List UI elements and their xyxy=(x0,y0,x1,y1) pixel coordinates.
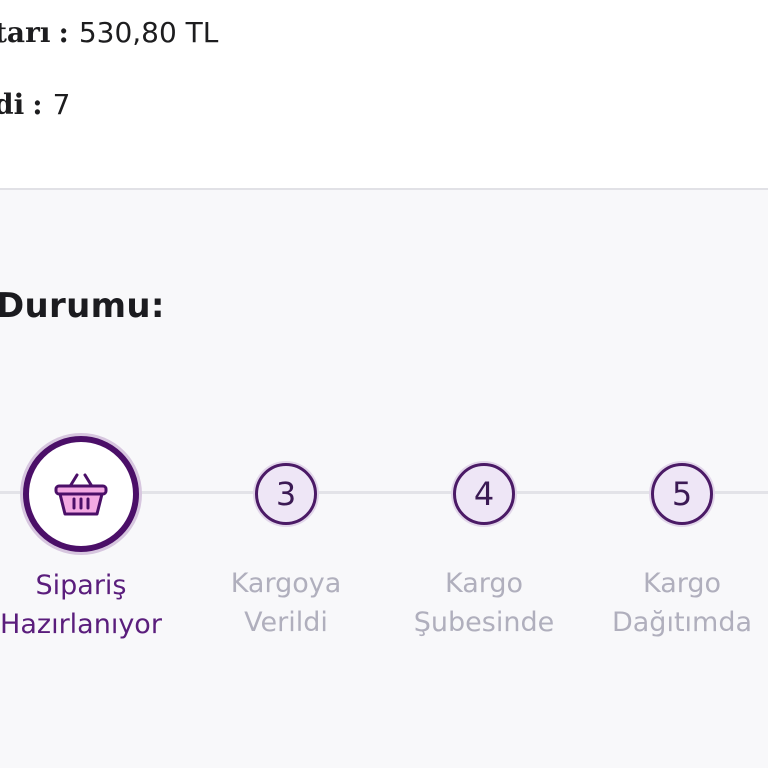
step-label-line2: Hazırlanıyor xyxy=(0,609,162,640)
order-amount-separator: : xyxy=(58,16,69,49)
step-number-circle: 5 xyxy=(651,463,713,525)
order-amount-value: 530,80 TL xyxy=(78,16,219,49)
order-status-title: Durumu: xyxy=(0,286,165,326)
step-label: Kargo Şubesinde xyxy=(384,564,584,642)
step-label: Kargo Dağıtımda xyxy=(582,564,768,642)
order-count-label: di xyxy=(0,88,25,121)
step-kargo-dagitimda: 5 Kargo Dağıtımda xyxy=(582,436,768,642)
order-summary: tarı:530,80 TL di:7 xyxy=(0,0,768,188)
order-count-value: 7 xyxy=(52,88,71,121)
step-label-line2: Şubesinde xyxy=(413,607,555,638)
step-siparis-hazirlaniyor: Sipariş Hazırlanıyor xyxy=(0,436,181,644)
step-number-circle: 4 xyxy=(453,463,515,525)
step-label-line1: Kargo xyxy=(642,568,722,599)
step-label-line1: Kargo xyxy=(444,568,524,599)
step-label: Sipariş Hazırlanıyor xyxy=(0,566,181,644)
step-active-circle xyxy=(23,436,139,552)
order-status-panel: Durumu: Sipariş Hazırlanıyor 3 Kargoya V… xyxy=(0,190,768,768)
order-amount-label: tarı xyxy=(0,16,51,49)
step-label-line2: Verildi xyxy=(244,607,328,638)
order-count-row: di:7 xyxy=(0,88,70,121)
basket-icon xyxy=(54,473,108,516)
step-label-line1: Kargoya xyxy=(230,568,342,599)
order-amount-row: tarı:530,80 TL xyxy=(0,16,218,49)
step-kargo-subesinde: 4 Kargo Şubesinde xyxy=(384,436,584,642)
step-label-line2: Dağıtımda xyxy=(611,607,753,638)
step-label-line1: Sipariş xyxy=(35,570,127,601)
order-status-page: tarı:530,80 TL di:7 Durumu: Sipariş Hazı… xyxy=(0,0,768,768)
order-count-separator: : xyxy=(32,88,43,121)
step-label: Kargoya Verildi xyxy=(186,564,386,642)
step-number-circle: 3 xyxy=(255,463,317,525)
step-kargoya-verildi: 3 Kargoya Verildi xyxy=(186,436,386,642)
